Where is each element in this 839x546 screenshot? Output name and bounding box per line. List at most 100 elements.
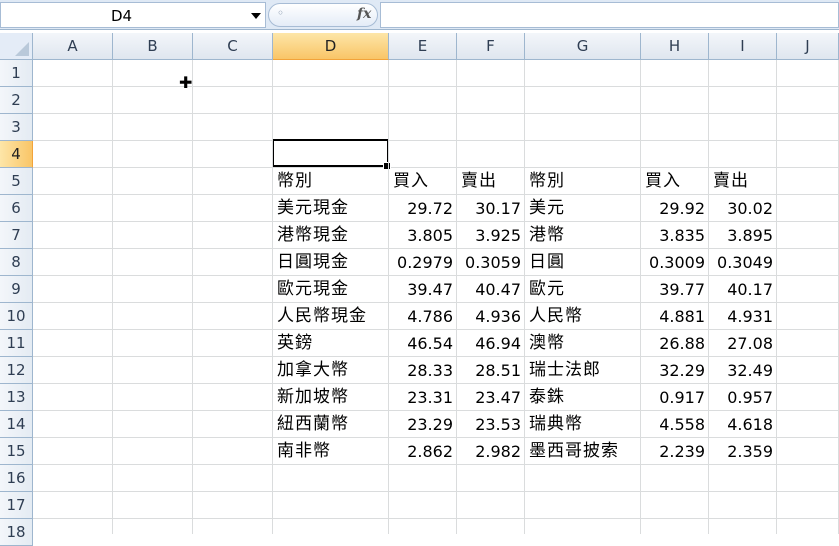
- resize-handle-icon[interactable]: ◦: [277, 6, 284, 20]
- cell-e8[interactable]: 0.2979: [389, 249, 453, 276]
- cell-h5[interactable]: 買入: [641, 168, 681, 195]
- formula-input[interactable]: [380, 2, 839, 28]
- cell-f13[interactable]: 23.47: [457, 384, 521, 411]
- cell-f8[interactable]: 0.3059: [457, 249, 521, 276]
- row-header-4[interactable]: 4: [0, 141, 33, 168]
- cell-g8[interactable]: 日圓: [525, 249, 565, 276]
- row-header-7[interactable]: 7: [0, 222, 33, 249]
- cell-f10[interactable]: 4.936: [457, 303, 521, 330]
- cell-i7[interactable]: 3.895: [709, 222, 773, 249]
- cell-i12[interactable]: 32.49: [709, 357, 773, 384]
- cell-d8[interactable]: 日圓現金: [273, 249, 349, 276]
- cell-i9[interactable]: 40.17: [709, 276, 773, 303]
- row-header-16[interactable]: 16: [0, 465, 33, 492]
- cell-h13[interactable]: 0.917: [641, 384, 705, 411]
- column-header-f[interactable]: F: [457, 33, 525, 60]
- row-header-2[interactable]: 2: [0, 87, 33, 114]
- cell-f11[interactable]: 46.94: [457, 330, 521, 357]
- cell-g11[interactable]: 澳幣: [525, 330, 565, 357]
- row-header-10[interactable]: 10: [0, 303, 33, 330]
- cell-d6[interactable]: 美元現金: [273, 195, 349, 222]
- cell-f12[interactable]: 28.51: [457, 357, 521, 384]
- cell-i6[interactable]: 30.02: [709, 195, 773, 222]
- cell-f6[interactable]: 30.17: [457, 195, 521, 222]
- cell-d9[interactable]: 歐元現金: [273, 276, 349, 303]
- cell-f15[interactable]: 2.982: [457, 438, 521, 465]
- cell-d15[interactable]: 南非幣: [273, 438, 331, 465]
- row-header-9[interactable]: 9: [0, 276, 33, 303]
- cell-g12[interactable]: 瑞士法郎: [525, 357, 601, 384]
- cell-e9[interactable]: 39.47: [389, 276, 453, 303]
- cell-g10[interactable]: 人民幣: [525, 303, 583, 330]
- cell-g15[interactable]: 墨西哥披索: [525, 438, 619, 465]
- cell-g13[interactable]: 泰銖: [525, 384, 565, 411]
- column-header-h[interactable]: H: [641, 33, 709, 60]
- cell-h8[interactable]: 0.3009: [641, 249, 705, 276]
- cell-h6[interactable]: 29.92: [641, 195, 705, 222]
- cell-d13[interactable]: 新加坡幣: [273, 384, 349, 411]
- cell-d7[interactable]: 港幣現金: [273, 222, 349, 249]
- name-box-dropdown-icon[interactable]: [251, 13, 261, 19]
- cell-h15[interactable]: 2.239: [641, 438, 705, 465]
- cell-i15[interactable]: 2.359: [709, 438, 773, 465]
- cell-h11[interactable]: 26.88: [641, 330, 705, 357]
- cell-d11[interactable]: 英鎊: [273, 330, 313, 357]
- row-header-14[interactable]: 14: [0, 411, 33, 438]
- cell-f9[interactable]: 40.47: [457, 276, 521, 303]
- cell-i10[interactable]: 4.931: [709, 303, 773, 330]
- cell-d10[interactable]: 人民幣現金: [273, 303, 367, 330]
- cell-d14[interactable]: 紐西蘭幣: [273, 411, 349, 438]
- cell-e13[interactable]: 23.31: [389, 384, 453, 411]
- column-header-g[interactable]: G: [525, 33, 641, 60]
- column-header-d[interactable]: D: [273, 33, 389, 60]
- column-header-c[interactable]: C: [193, 33, 273, 60]
- cell-i13[interactable]: 0.957: [709, 384, 773, 411]
- cell-g7[interactable]: 港幣: [525, 222, 565, 249]
- cell-e14[interactable]: 23.29: [389, 411, 453, 438]
- row-header-15[interactable]: 15: [0, 438, 33, 465]
- cell-i11[interactable]: 27.08: [709, 330, 773, 357]
- cell-h12[interactable]: 32.29: [641, 357, 705, 384]
- row-header-5[interactable]: 5: [0, 168, 33, 195]
- insert-function-icon[interactable]: fx: [357, 6, 371, 22]
- cell-g5[interactable]: 幣別: [525, 168, 565, 195]
- cell-h14[interactable]: 4.558: [641, 411, 705, 438]
- column-header-j[interactable]: J: [777, 33, 839, 60]
- column-header-a[interactable]: A: [33, 33, 113, 60]
- name-box[interactable]: D4: [0, 2, 266, 28]
- row-header-11[interactable]: 11: [0, 330, 33, 357]
- cell-g6[interactable]: 美元: [525, 195, 565, 222]
- cell-d12[interactable]: 加拿大幣: [273, 357, 349, 384]
- cell-f14[interactable]: 23.53: [457, 411, 521, 438]
- row-header-12[interactable]: 12: [0, 357, 33, 384]
- worksheet-grid[interactable]: ✚ 幣別 買入 賣出 幣別 買入 賣出 美元現金 29.72 30.17 美元 29.92 30.02…: [33, 60, 839, 534]
- cell-h10[interactable]: 4.881: [641, 303, 705, 330]
- cell-i8[interactable]: 0.3049: [709, 249, 773, 276]
- cell-i5[interactable]: 賣出: [709, 168, 749, 195]
- cell-f7[interactable]: 3.925: [457, 222, 521, 249]
- column-header-i[interactable]: I: [709, 33, 777, 60]
- row-header-3[interactable]: 3: [0, 114, 33, 141]
- cell-e12[interactable]: 28.33: [389, 357, 453, 384]
- row-header-8[interactable]: 8: [0, 249, 33, 276]
- row-header-1[interactable]: 1: [0, 60, 33, 87]
- cell-e5[interactable]: 買入: [389, 168, 429, 195]
- row-header-6[interactable]: 6: [0, 195, 33, 222]
- cell-e10[interactable]: 4.786: [389, 303, 453, 330]
- cell-g14[interactable]: 瑞典幣: [525, 411, 583, 438]
- row-header-18[interactable]: 18: [0, 519, 33, 546]
- cell-g9[interactable]: 歐元: [525, 276, 565, 303]
- cell-e11[interactable]: 46.54: [389, 330, 453, 357]
- cell-d5[interactable]: 幣別: [273, 168, 313, 195]
- row-header-17[interactable]: 17: [0, 492, 33, 519]
- cell-h9[interactable]: 39.77: [641, 276, 705, 303]
- cell-e15[interactable]: 2.862: [389, 438, 453, 465]
- row-header-13[interactable]: 13: [0, 384, 33, 411]
- cell-i14[interactable]: 4.618: [709, 411, 773, 438]
- column-header-e[interactable]: E: [389, 33, 457, 60]
- column-header-b[interactable]: B: [113, 33, 193, 60]
- cell-e6[interactable]: 29.72: [389, 195, 453, 222]
- cell-e7[interactable]: 3.805: [389, 222, 453, 249]
- cell-f5[interactable]: 賣出: [457, 168, 497, 195]
- cell-h7[interactable]: 3.835: [641, 222, 705, 249]
